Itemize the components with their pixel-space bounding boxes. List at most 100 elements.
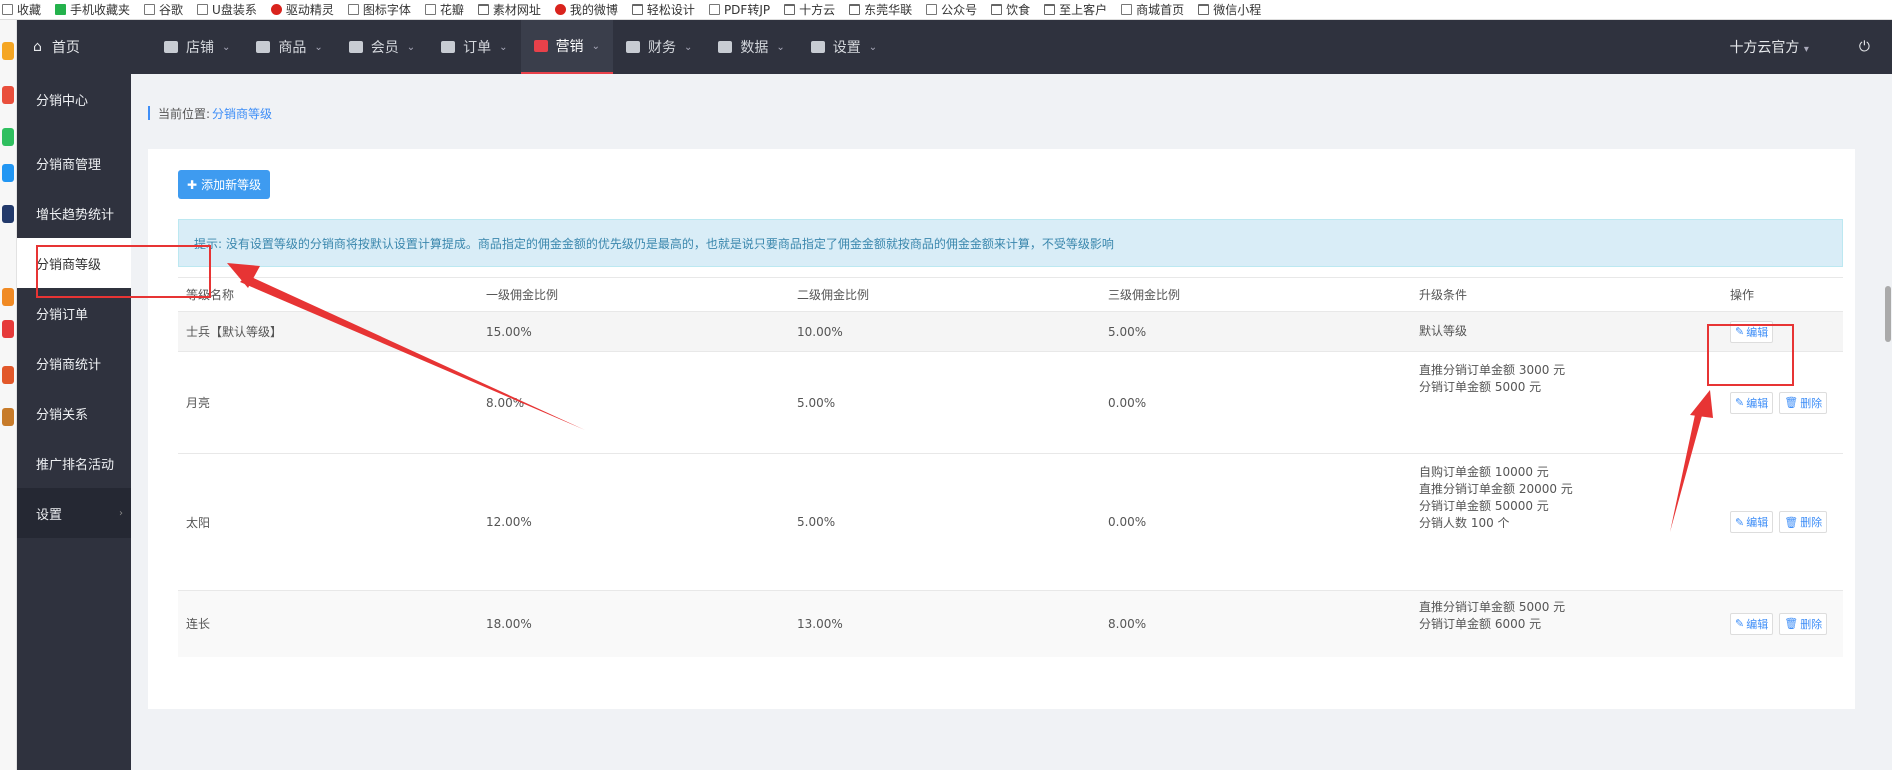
level2-rate: 10.00% xyxy=(789,311,1100,352)
add-level-button[interactable]: ✚ 添加新等级 xyxy=(178,170,271,199)
bookmark-mall[interactable]: 商城首页 xyxy=(1121,1,1184,18)
bookmark-usb[interactable]: U盘装系 xyxy=(197,1,257,18)
sidebar-item-orders[interactable]: 分销订单 xyxy=(17,288,131,338)
level-name: 士兵【默认等级】 xyxy=(178,311,478,352)
chevron-down-icon: ⌄ xyxy=(776,41,785,53)
table-row: 连长 18.00% 13.00% 8.00% 直推分销订单金额 5000 元 分… xyxy=(178,590,1843,657)
chevron-right-icon: › xyxy=(119,507,123,519)
edit-button[interactable]: ✎ 编辑 xyxy=(1730,391,1774,414)
bookmark-favorites[interactable]: 收藏 xyxy=(2,1,41,18)
delete-button[interactable]: 🗑 删除 xyxy=(1779,511,1828,533)
extension-icon[interactable] xyxy=(2,86,14,104)
extension-icon[interactable] xyxy=(2,164,14,182)
bookmark-wechat[interactable]: 微信小程 xyxy=(1198,1,1261,18)
pencil-icon: ✎ xyxy=(1735,515,1745,529)
nav-members[interactable]: 会员 ⌄ xyxy=(336,20,428,74)
nav-products[interactable]: 商品 ⌄ xyxy=(243,20,335,74)
chevron-down-icon: ⌄ xyxy=(868,41,878,53)
sidebar-item-ranking[interactable]: 推广排名活动 xyxy=(17,438,131,488)
nav-home[interactable]: ⌂ 首页 xyxy=(17,37,131,57)
bookmark-pdf[interactable]: PDF转JP xyxy=(708,1,770,18)
row-actions: ✎ 编辑 🗑 删除 xyxy=(1722,453,1843,591)
store-icon xyxy=(164,41,178,53)
level2-rate: 5.00% xyxy=(789,351,1100,454)
bookmark-google[interactable]: 谷歌 xyxy=(144,1,183,18)
bookmark-shifangyun[interactable]: 十方云 xyxy=(784,1,835,18)
main-content: 当前位置: 分销商等级 ✚ 添加新等级 提示: 没有设置等级的分销商将按默认设置… xyxy=(131,74,1892,770)
upgrade-condition: 直推分销订单金额 3000 元 分销订单金额 5000 元 xyxy=(1411,351,1722,454)
level-panel: ✚ 添加新等级 提示: 没有设置等级的分销商将按默认设置计算提成。商品指定的佣金… xyxy=(148,149,1855,709)
bookmark-weibo[interactable]: 我的微博 xyxy=(554,1,618,18)
table-header-row: 等级名称 一级佣金比例 二级佣金比例 三级佣金比例 升级条件 操作 xyxy=(178,277,1843,312)
sidebar-item-center[interactable]: 分销中心 xyxy=(17,74,131,124)
bookmark-mobile[interactable]: 手机收藏夹 xyxy=(55,1,130,18)
extension-icon[interactable] xyxy=(2,366,14,384)
extension-icon[interactable] xyxy=(2,128,14,146)
chevron-down-icon: ⌄ xyxy=(591,40,600,52)
edit-button[interactable]: ✎ 编辑 xyxy=(1730,511,1774,533)
home-icon: ⌂ xyxy=(33,39,42,55)
sidebar-item-distributor-level[interactable]: 分销商等级 xyxy=(17,238,131,288)
table-row: 月亮 8.00% 5.00% 0.00% 直推分销订单金额 3000 元 分销订… xyxy=(178,351,1843,454)
extension-icon[interactable] xyxy=(2,288,14,306)
extension-icon[interactable] xyxy=(2,408,14,426)
bookmark-huaban[interactable]: 花瓣 xyxy=(424,1,464,18)
nav-finance[interactable]: 财务 ⌄ xyxy=(613,20,705,74)
folder-icon xyxy=(849,4,861,15)
upgrade-condition: 直推分销订单金额 5000 元 分销订单金额 6000 元 xyxy=(1411,590,1722,657)
chevron-down-icon: ⌄ xyxy=(683,41,693,53)
phone-icon xyxy=(55,4,67,15)
folder-icon xyxy=(631,4,643,15)
nav-settings[interactable]: 设置 ⌄ xyxy=(798,20,890,74)
scrollbar-thumb[interactable] xyxy=(1885,286,1891,342)
breadcrumb-current[interactable]: 分销商等级 xyxy=(212,105,272,122)
bookmark-design[interactable]: 轻松设计 xyxy=(631,1,695,18)
upgrade-condition: 自购订单金额 10000 元 直推分销订单金额 20000 元 分销订单金额 5… xyxy=(1411,453,1722,591)
extension-icon[interactable] xyxy=(2,205,14,223)
level-name: 月亮 xyxy=(178,351,478,454)
money-bag-icon xyxy=(625,41,640,53)
table-row: 太阳 12.00% 5.00% 0.00% 自购订单金额 10000 元 直推分… xyxy=(178,453,1843,591)
star-icon xyxy=(2,4,13,15)
sidebar-item-relations[interactable]: 分销关系 xyxy=(17,388,131,438)
nav-marketing[interactable]: 营销 ⌄ xyxy=(520,20,613,74)
nav-data[interactable]: 数据 ⌄ xyxy=(705,20,797,74)
bar-chart-icon xyxy=(718,41,733,53)
extension-icon[interactable] xyxy=(2,42,14,60)
delete-button[interactable]: 🗑 删除 xyxy=(1779,391,1828,414)
nav-store[interactable]: 店铺 ⌄ xyxy=(151,20,243,74)
folder-icon xyxy=(477,4,489,15)
delete-button[interactable]: 🗑 删除 xyxy=(1779,612,1828,635)
bookmark-food[interactable]: 饮食 xyxy=(991,1,1030,18)
page-icon xyxy=(144,4,156,15)
browser-side-panel xyxy=(0,20,17,770)
sidebar-item-statistics[interactable]: 分销商统计 xyxy=(17,338,131,388)
sidebar-item-growth-trend[interactable]: 增长趋势统计 xyxy=(17,188,131,238)
trash-icon: 🗑 xyxy=(1784,396,1799,409)
bookmark-customer[interactable]: 至上客户 xyxy=(1044,1,1107,18)
power-icon[interactable]: ⏻ xyxy=(1859,39,1870,55)
level1-rate: 8.00% xyxy=(478,351,789,454)
upgrade-condition: 默认等级 xyxy=(1411,311,1722,352)
level1-rate: 12.00% xyxy=(478,453,789,591)
weibo-icon xyxy=(554,4,566,15)
sidebar-item-settings[interactable]: 设置 › xyxy=(17,488,131,538)
level3-rate: 8.00% xyxy=(1100,590,1411,657)
page-icon xyxy=(708,4,720,15)
bookmark-driver[interactable]: 驱动精灵 xyxy=(270,1,334,18)
bookmark-official[interactable]: 公众号 xyxy=(926,1,977,18)
page-icon xyxy=(926,4,938,15)
level2-rate: 5.00% xyxy=(789,453,1100,591)
page-icon xyxy=(1121,4,1133,15)
edit-button[interactable]: ✎ 编辑 xyxy=(1730,612,1774,635)
sidebar-item-distributor-management[interactable]: 分销商管理 xyxy=(17,138,131,188)
account-menu[interactable]: 十方云官方 ▾ xyxy=(1729,37,1808,57)
folder-icon xyxy=(1044,4,1056,15)
edit-button[interactable]: ✎ 编辑 xyxy=(1730,320,1774,343)
extension-icon[interactable] xyxy=(2,320,14,338)
col-level2-commission: 二级佣金比例 xyxy=(789,277,1100,312)
nav-orders[interactable]: 订单 ⌄ xyxy=(428,20,520,74)
bookmark-assets[interactable]: 素材网址 xyxy=(477,1,541,18)
bookmark-iconfont[interactable]: 图标字体 xyxy=(347,1,411,18)
bookmark-dongguan[interactable]: 东莞华联 xyxy=(849,1,912,18)
